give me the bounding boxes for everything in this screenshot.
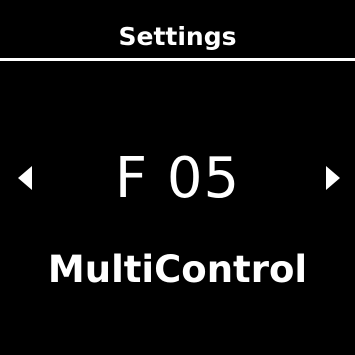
settings-screen: Settings F 05 MultiControl (0, 0, 355, 355)
caret-right-icon[interactable] (326, 166, 340, 190)
page-title: Settings (118, 22, 237, 51)
header-divider (0, 58, 355, 61)
setting-code: F 05 (114, 146, 241, 211)
setting-name: MultiControl (47, 248, 308, 291)
